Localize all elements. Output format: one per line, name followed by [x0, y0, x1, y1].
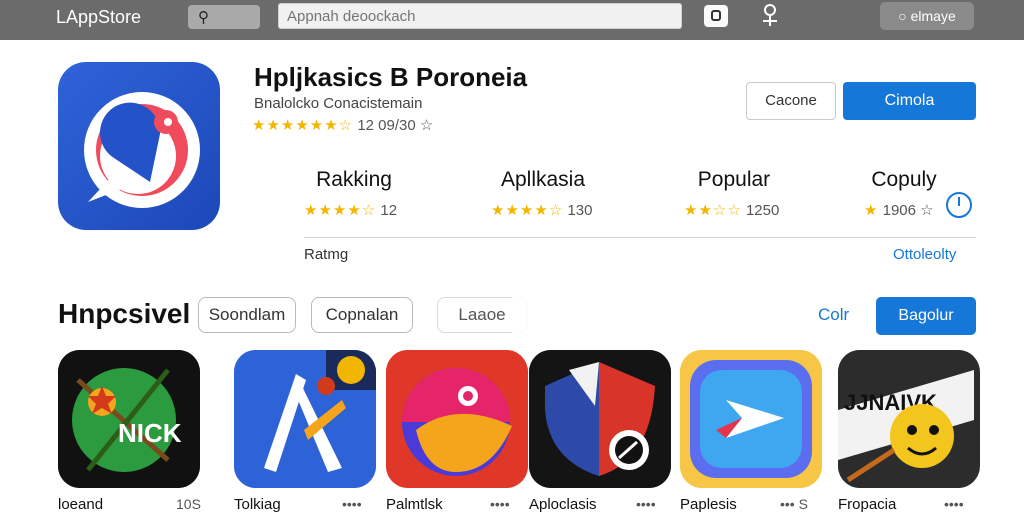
tile-meta: •••• — [342, 496, 362, 512]
primary-button[interactable]: Cimola — [843, 82, 976, 120]
letter-a-icon — [234, 350, 376, 488]
game-character-icon: JJNAIVK — [838, 350, 974, 488]
see-all-link[interactable]: Colr — [818, 305, 849, 325]
filter-chip[interactable]: Soondlam — [198, 297, 296, 333]
stat-popular: Popular ★★☆☆ 1250 — [654, 168, 814, 219]
stat-label: Popular — [697, 168, 771, 191]
stat-value: 1906 ☆ — [882, 202, 934, 219]
stat-value: 130 — [567, 202, 593, 219]
tile-meta: •••• — [944, 496, 964, 512]
tile-meta: ••• S — [780, 496, 808, 512]
stat-stars: ★★★★☆ — [491, 202, 564, 219]
app-tile[interactable] — [529, 350, 671, 488]
app-tile[interactable]: NICK — [58, 350, 200, 488]
stat-value: 12 — [380, 202, 398, 219]
app-rating: ★★★★★★☆ 12 09/30 ☆ — [252, 116, 433, 134]
stat-apps: Apllkasia ★★★★☆ 130 — [463, 168, 623, 219]
camera-button[interactable] — [704, 5, 728, 27]
stat-stars: ★ — [864, 202, 879, 219]
rating-stars: ★★★★★★☆ — [252, 117, 354, 134]
tile-meta: •••• — [490, 496, 510, 512]
divider — [304, 237, 976, 238]
search-button[interactable]: ⚲ — [188, 5, 260, 29]
stat-stars: ★★☆☆ — [684, 202, 742, 219]
swirl-icon — [386, 350, 528, 488]
chip-fade — [512, 292, 582, 338]
rating-label: Ratmg — [304, 246, 349, 263]
play-icon — [680, 350, 822, 488]
app-icon — [58, 62, 220, 230]
pin-icon — [764, 4, 776, 16]
stat-rating: ★ 1906 ☆ — [864, 201, 934, 219]
user-menu-button[interactable]: ○ elmaye — [880, 2, 974, 30]
tile-name[interactable]: loeand — [58, 496, 103, 513]
tile-text: NICK — [118, 418, 182, 448]
shield-icon — [529, 350, 671, 488]
section-title: Hnpcsivel — [58, 298, 191, 329]
app-title: Hpljkasics B Poroneia — [254, 62, 528, 92]
tile-name[interactable]: Fropacia — [838, 496, 896, 513]
view-button[interactable]: Bagolur — [876, 297, 976, 335]
app-tile[interactable]: JJNAIVK — [838, 350, 980, 488]
stat-value: 1250 — [745, 202, 780, 219]
app-developer[interactable]: Bnalolcko Conacistemain — [254, 95, 422, 112]
clock-icon[interactable] — [946, 192, 972, 218]
stat-rating: ★★★★☆ 130 — [491, 201, 592, 219]
camera-icon — [711, 10, 721, 21]
app-tile[interactable] — [386, 350, 528, 488]
search-icon: ⚲ — [198, 9, 209, 26]
tile-name[interactable]: Tolkiag — [234, 496, 281, 513]
app-tile[interactable] — [234, 350, 376, 488]
app-tile[interactable] — [680, 350, 822, 488]
tile-name[interactable]: Palmtlsk — [386, 496, 443, 513]
tile-name[interactable]: Aploclasis — [529, 496, 597, 513]
stat-rating: ★★☆☆ 1250 — [684, 201, 779, 219]
game-leaf-icon: NICK — [58, 350, 200, 488]
stat-copuly: Copuly ★ 1906 ☆ — [824, 168, 984, 219]
stat-label: Rakking — [316, 168, 392, 191]
tile-name[interactable]: Paplesis — [680, 496, 737, 513]
stat-label: Apllkasia — [500, 168, 586, 191]
rating-text: 12 09/30 ☆ — [357, 117, 434, 134]
app-store-logo[interactable]: LAppStore — [56, 7, 141, 28]
secondary-button[interactable]: Cacone — [746, 82, 836, 120]
tile-meta: •••• — [636, 496, 656, 512]
search-input[interactable] — [278, 3, 682, 29]
tile-meta: 10S — [176, 496, 201, 512]
stat-label: Copuly — [871, 168, 937, 191]
all-ratings-link[interactable]: Ottoleolty — [893, 246, 956, 263]
stat-rating: ★★★★☆ 12 — [304, 201, 397, 219]
pin-button[interactable] — [760, 4, 780, 28]
top-bar: LAppStore ⚲ ○ elmaye — [0, 0, 1024, 40]
stat-ranking: Rakking ★★★★☆ 12 — [274, 168, 434, 219]
stat-stars: ★★★★☆ — [304, 202, 377, 219]
chat-bird-icon — [84, 92, 200, 208]
filter-chip[interactable]: Copnalan — [311, 297, 413, 333]
